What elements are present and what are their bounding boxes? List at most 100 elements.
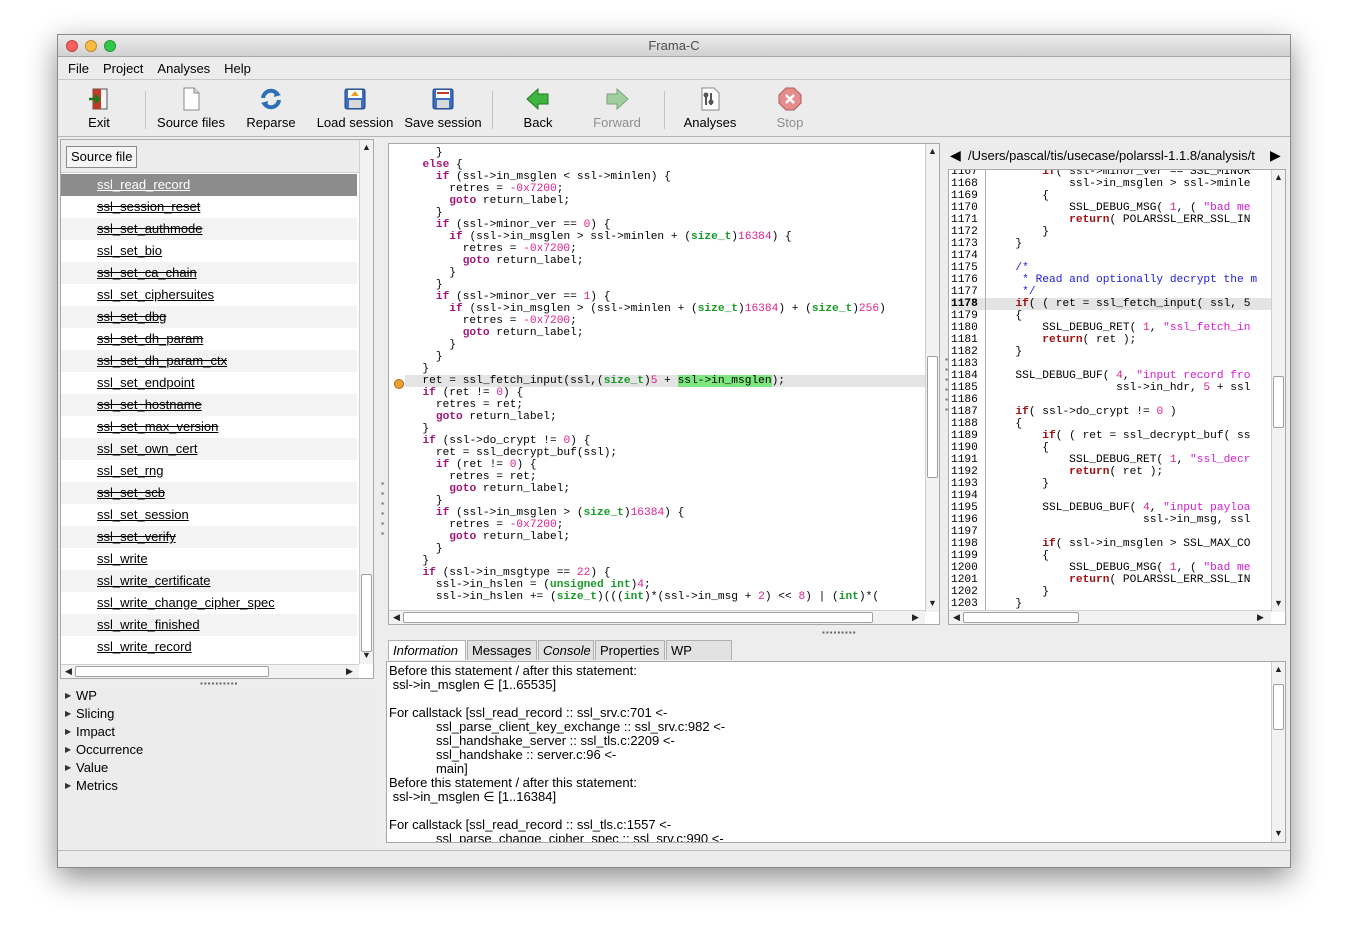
status-bullet-icon[interactable] (394, 379, 404, 389)
menu-project[interactable]: Project (96, 58, 150, 80)
save-session-button[interactable]: Save session (403, 87, 483, 130)
file-list-item[interactable]: ssl_set_dh_param_ctx (61, 350, 357, 372)
expand-arrow-icon[interactable]: ▶ (65, 723, 71, 741)
source-hscrollbar[interactable]: ◀ ▶ (949, 610, 1271, 624)
file-list-item[interactable]: ssl_set_ciphersuites (61, 284, 357, 306)
file-list-item[interactable]: ssl_set_session (61, 504, 357, 526)
file-list-item[interactable]: ssl_write_finished (61, 614, 357, 636)
back-label: Back (523, 115, 553, 130)
exit-button[interactable]: Exit (82, 87, 116, 130)
save-session-label: Save session (404, 115, 482, 130)
file-list-scroll-thumb[interactable] (361, 574, 372, 652)
analyses-button[interactable]: Analyses (681, 87, 739, 130)
file-list-hscroll-thumb[interactable] (75, 666, 269, 677)
source-files-button[interactable]: Source files (154, 87, 228, 130)
plugin-occurrence[interactable]: ▶ Occurrence (60, 741, 374, 759)
scroll-down-icon[interactable]: ▼ (1272, 597, 1285, 610)
source-file-column-header[interactable]: Source file (66, 146, 138, 168)
vertical-split-grip[interactable]: ▪▪▪▪▪▪ (378, 479, 387, 539)
scroll-left-icon[interactable]: ◀ (62, 665, 75, 678)
source-scroll-thumb[interactable] (1273, 376, 1284, 428)
scroll-up-icon[interactable]: ▲ (926, 145, 939, 158)
file-list-item[interactable]: ssl_set_rng (61, 460, 357, 482)
reparse-button[interactable]: Reparse (245, 87, 297, 130)
file-list-item[interactable]: ssl_set_max_version (61, 416, 357, 438)
normalized-code[interactable]: } else { if (ssl->in_msglen < ssl->minle… (405, 147, 925, 603)
file-list-hscrollbar[interactable]: ◀ ▶ (61, 664, 359, 678)
stop-button[interactable]: Stop (773, 87, 807, 130)
scroll-down-icon[interactable]: ▼ (1272, 827, 1285, 840)
forward-arrow-icon (605, 87, 629, 111)
file-list-panel: Source file ssl_read_record ssl_session_r… (60, 139, 374, 679)
plugin-slicing[interactable]: ▶ Slicing (60, 705, 374, 723)
minimize-icon[interactable] (85, 40, 97, 52)
expand-arrow-icon[interactable]: ▶ (65, 741, 71, 759)
tab-wp-goals[interactable]: WP Goals (666, 640, 732, 677)
reparse-label: Reparse (246, 115, 296, 130)
code-hscrollbar[interactable]: ◀ ▶ (389, 610, 925, 624)
code-scroll-thumb[interactable] (927, 356, 938, 478)
scroll-down-icon[interactable]: ▼ (360, 649, 373, 662)
scroll-left-icon[interactable]: ◀ (390, 611, 403, 624)
info-scroll-thumb[interactable] (1273, 684, 1284, 730)
close-icon[interactable] (66, 40, 78, 52)
forward-button[interactable]: Forward (591, 87, 643, 130)
file-list-item[interactable]: ssl_set_hostname (61, 394, 357, 416)
expand-arrow-icon[interactable]: ▶ (65, 687, 71, 705)
scroll-up-icon[interactable]: ▲ (1272, 171, 1285, 184)
file-list-item[interactable]: ssl_set_verify (61, 526, 357, 548)
tab-console[interactable]: Console (538, 640, 594, 660)
scroll-down-icon[interactable]: ▼ (926, 597, 939, 610)
source-hscroll-thumb[interactable] (963, 612, 1079, 623)
plugin-impact[interactable]: ▶ Impact (60, 723, 374, 741)
load-session-button[interactable]: Load session (315, 87, 395, 130)
tab-properties[interactable]: Properties (595, 640, 665, 660)
code-hscroll-thumb[interactable] (403, 612, 873, 623)
file-list-item[interactable]: ssl_write (61, 548, 357, 570)
expand-arrow-icon[interactable]: ▶ (65, 759, 71, 777)
scroll-right-icon[interactable]: ▶ (343, 665, 356, 678)
plugin-wp[interactable]: ▶ WP (60, 687, 374, 705)
main-window: Frama-C File Project Analyses Help Exit Sou… (57, 34, 1291, 868)
menu-file[interactable]: File (61, 58, 96, 80)
scroll-right-icon[interactable]: ▶ (1254, 611, 1267, 624)
file-list-item[interactable]: ssl_set_dbg (61, 306, 357, 328)
file-list-item[interactable]: ssl_set_scb (61, 482, 357, 504)
expand-arrow-icon[interactable]: ▶ (65, 777, 71, 795)
scroll-right-icon[interactable]: ▶ (909, 611, 922, 624)
original-source-code[interactable]: 1167 if( ssl->minor_ver == SSL_MINOR 1168… (951, 170, 1271, 610)
file-list-item[interactable]: ssl_write_certificate (61, 570, 357, 592)
source-vscrollbar[interactable]: ▲ ▼ (1271, 170, 1285, 612)
file-list-item[interactable]: ssl_set_dh_param (61, 328, 357, 350)
path-left-arrow-icon[interactable]: ◀ (950, 147, 961, 164)
zoom-icon[interactable] (104, 40, 116, 52)
file-list-item[interactable]: ssl_session_reset (61, 196, 357, 218)
menu-help[interactable]: Help (217, 58, 258, 80)
file-list-item[interactable]: ssl_write_record (61, 636, 357, 658)
document-icon (179, 87, 203, 111)
file-list-item[interactable]: ssl_read_record (61, 174, 357, 196)
back-button[interactable]: Back (517, 87, 559, 130)
file-list-item[interactable]: ssl_set_authmode (61, 218, 357, 240)
file-list-item[interactable]: ssl_set_ca_chain (61, 262, 357, 284)
expand-arrow-icon[interactable]: ▶ (65, 705, 71, 723)
file-list-vscrollbar[interactable]: ▲ ▼ (359, 140, 373, 664)
info-vscrollbar[interactable]: ▲ ▼ (1271, 662, 1285, 842)
file-list-item[interactable]: ssl_set_bio (61, 240, 357, 262)
scroll-up-icon[interactable]: ▲ (360, 141, 373, 154)
tab-messages[interactable]: Messages (467, 640, 537, 660)
scroll-up-icon[interactable]: ▲ (1272, 663, 1285, 676)
path-right-arrow-icon[interactable]: ▶ (1270, 147, 1281, 164)
file-list: ssl_read_record ssl_session_reset ssl_set_… (61, 174, 357, 658)
save-session-icon (431, 87, 455, 111)
bottom-split-grip[interactable]: ▪▪▪▪▪▪▪▪▪ (822, 628, 857, 637)
file-list-item[interactable]: ssl_write_change_cipher_spec (61, 592, 357, 614)
menu-analyses[interactable]: Analyses (150, 58, 217, 80)
file-list-item[interactable]: ssl_set_endpoint (61, 372, 357, 394)
plugin-value[interactable]: ▶ Value (60, 759, 374, 777)
file-list-item[interactable]: ssl_set_own_cert (61, 438, 357, 460)
scroll-left-icon[interactable]: ◀ (950, 611, 963, 624)
code-vscrollbar[interactable]: ▲ ▼ (925, 144, 939, 612)
tab-information[interactable]: Information (388, 640, 466, 660)
plugin-metrics[interactable]: ▶ Metrics (60, 777, 374, 795)
